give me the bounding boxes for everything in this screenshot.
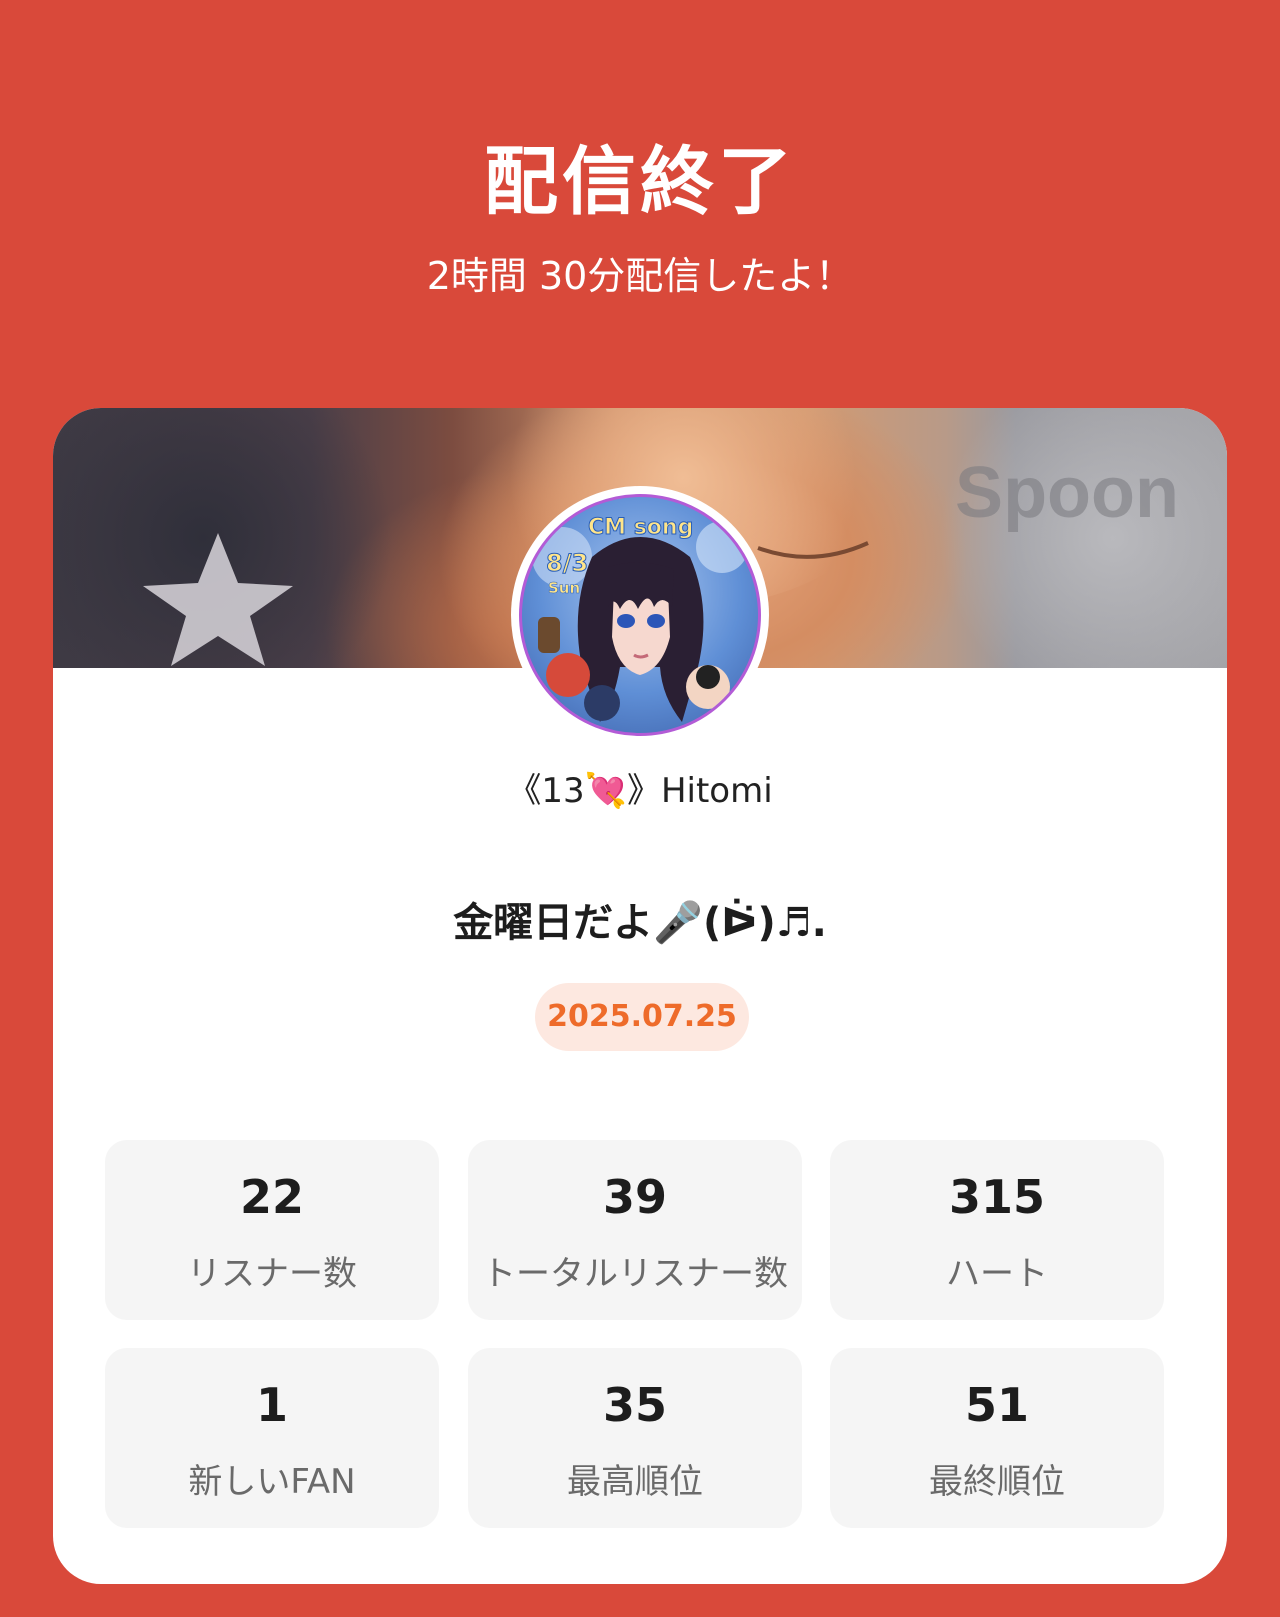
stat-final-rank: 51 最終順位 xyxy=(830,1348,1164,1528)
stat-listeners: 22 リスナー数 xyxy=(105,1140,439,1320)
stat-new-fans: 1 新しいFAN xyxy=(105,1348,439,1528)
stat-value: 1 xyxy=(255,1378,288,1432)
date-badge: 2025.07.25 xyxy=(535,983,749,1051)
summary-card: Spoon CM song 8/3 Sun 《13💘》Hitomi 金曜日だよ🎤… xyxy=(53,408,1227,1584)
header-title: 配信終了 xyxy=(484,139,796,225)
spoon-watermark: Spoon xyxy=(955,453,1179,533)
stat-value: 315 xyxy=(948,1170,1046,1224)
stat-hearts: 315 ハート xyxy=(830,1140,1164,1320)
stat-value: 22 xyxy=(239,1170,304,1224)
live-title: 金曜日だよ🎤(ᐖ)♬. xyxy=(453,900,827,946)
avatar-text-date: 8/3 xyxy=(545,549,589,578)
header-subtitle: 2時間 30分配信したよ！ xyxy=(426,254,854,298)
star-icon xyxy=(143,533,293,666)
stat-label: リスナー数 xyxy=(187,1254,357,1294)
stat-label: 新しいFAN xyxy=(188,1462,356,1502)
avatar-text-day: Sun xyxy=(548,579,581,598)
stat-value: 35 xyxy=(602,1378,667,1432)
stat-label: ハート xyxy=(946,1254,1048,1294)
avatar[interactable]: CM song 8/3 Sun xyxy=(511,486,769,744)
stat-label: 最終順位 xyxy=(929,1462,1065,1502)
stat-total-listeners: 39 トータルリスナー数 xyxy=(468,1140,802,1320)
dog-eye xyxy=(757,541,869,559)
avatar-text-top: CM song xyxy=(587,515,694,541)
stat-label: 最高順位 xyxy=(567,1462,703,1502)
stat-label: トータルリスナー数 xyxy=(482,1254,788,1294)
stat-value: 39 xyxy=(602,1170,667,1224)
stat-value: 51 xyxy=(964,1378,1029,1432)
stat-best-rank: 35 最高順位 xyxy=(468,1348,802,1528)
username[interactable]: 《13💘》Hitomi xyxy=(53,763,1227,812)
